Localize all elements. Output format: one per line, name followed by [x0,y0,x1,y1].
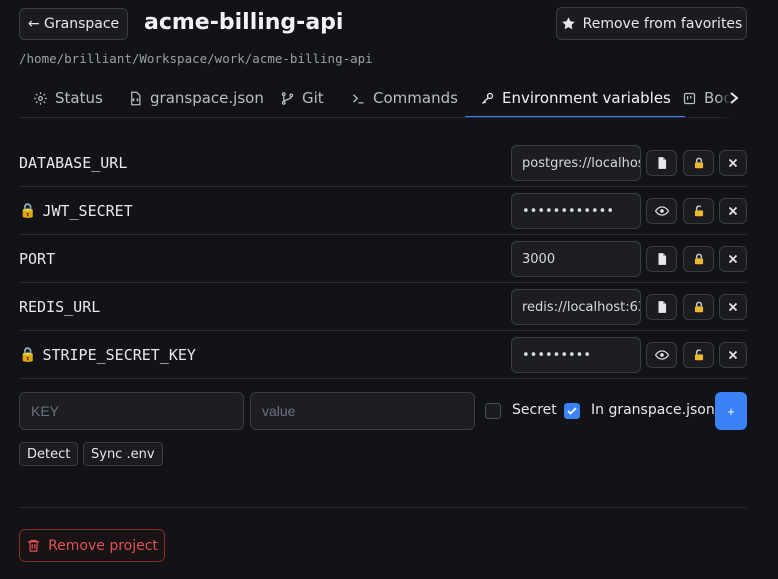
reveal-button[interactable] [646,342,677,368]
tab-git[interactable]: Git [280,78,324,117]
terminal-icon [353,93,364,103]
sync-env-button[interactable]: Sync .env [83,442,163,466]
env-row: PORT 3000 [19,235,747,283]
in-json-checkbox[interactable] [564,403,580,419]
env-row: 🔒 JWT_SECRET •••••••••••• [19,187,747,235]
close-icon [728,350,738,360]
lock-icon [694,301,703,313]
env-row: DATABASE_URL postgres://localhost [19,139,747,187]
env-key: 🔒 JWT_SECRET [19,202,133,220]
checkmark-icon [567,407,577,415]
new-value-input[interactable]: value [250,392,475,430]
add-variable-button[interactable]: + [715,392,747,430]
trash-icon [27,539,40,552]
gear-icon [34,91,47,105]
new-key-input[interactable]: KEY [19,392,244,430]
unlock-icon [694,205,703,217]
env-value-input[interactable]: ••••••••• [511,337,641,373]
env-value-input[interactable]: redis://localhost:6379 [511,289,641,325]
tab-status[interactable]: Status [33,78,103,117]
env-row: REDIS_URL redis://localhost:6379 [19,283,747,331]
file-icon [658,253,666,265]
git-branch-icon [281,91,294,105]
delete-button[interactable] [719,246,747,272]
unlock-button[interactable] [683,198,714,224]
back-button[interactable]: ← Granspace [19,8,128,40]
remove-project-button[interactable]: Remove project [19,529,165,562]
close-icon [728,158,738,168]
lock-button[interactable] [683,150,714,176]
lock-button[interactable] [683,246,714,272]
page-title: acme-billing-api [144,10,344,35]
file-icon [658,157,666,169]
close-icon [728,206,738,216]
tab-environment-variables[interactable]: Environment variables [465,78,685,117]
edit-file-button[interactable] [646,150,677,176]
edit-file-button[interactable] [646,246,677,272]
lock-icon: 🔒 [19,347,37,363]
env-key: DATABASE_URL [19,154,128,172]
tab-granspace-json[interactable]: granspace.json [128,78,264,117]
env-value-input[interactable]: •••••••••••• [511,193,641,229]
chevron-right-icon [729,92,739,104]
delete-button[interactable] [719,294,747,320]
edit-file-button[interactable] [646,294,677,320]
lock-button[interactable] [683,294,714,320]
env-row: 🔒 STRIPE_SECRET_KEY ••••••••• [19,331,747,379]
secret-checkbox[interactable] [485,403,501,419]
delete-button[interactable] [719,150,747,176]
env-value-input[interactable]: 3000 [511,241,641,277]
unlock-icon [694,349,703,361]
env-key: 🔒 STRIPE_SECRET_KEY [19,346,196,364]
lock-icon [694,253,703,265]
env-key: PORT [19,250,56,268]
eye-icon [654,350,669,360]
lock-icon: 🔒 [19,203,37,219]
unlock-button[interactable] [683,342,714,368]
board-icon [683,92,696,104]
tab-scroll-right-button[interactable] [720,78,747,118]
key-icon [482,92,494,104]
divider [19,507,747,508]
eye-icon [654,206,669,216]
tab-commands[interactable]: Commands [351,78,458,117]
close-icon [728,302,738,312]
env-key: REDIS_URL [19,298,101,316]
delete-button[interactable] [719,198,747,224]
star-icon [561,17,575,30]
secret-label: Secret [512,402,557,418]
env-value-input[interactable]: postgres://localhost [511,145,641,181]
reveal-button[interactable] [646,198,677,224]
project-path: /home/brilliant/Workspace/work/acme-bill… [19,51,373,66]
in-json-label: In granspace.json [591,402,715,418]
lock-icon [694,157,703,169]
detect-button[interactable]: Detect [19,442,79,466]
remove-favorite-button[interactable]: Remove from favorites [556,7,747,40]
delete-button[interactable] [719,342,747,368]
file-icon [658,301,666,313]
close-icon [728,254,738,264]
file-code-icon [131,91,141,105]
tab-bar: Status granspace.json Git Commands Envir… [19,78,747,118]
